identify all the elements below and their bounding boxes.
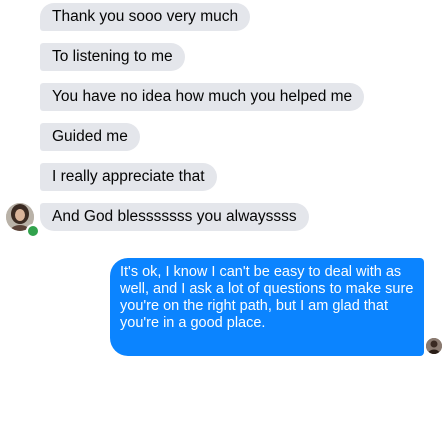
sent-message-line: It's ok, I know I can't be easy to deal …	[120, 264, 402, 280]
received-message[interactable]: I really appreciate that	[40, 163, 217, 191]
online-status-dot	[26, 224, 40, 238]
sent-message-line: well, and I ask a lot of questions to ma…	[120, 281, 414, 297]
sent-message[interactable]: It's ok, I know I can't be easy to deal …	[110, 258, 424, 356]
sent-message-line: you're in a good place.	[120, 315, 266, 331]
received-message[interactable]: To listening to me	[40, 43, 185, 71]
message-thread: Thank you sooo very much To listening to…	[0, 0, 445, 446]
received-message[interactable]: You have no idea how much you helped me	[40, 83, 365, 111]
sent-message-line: you're on the right path, but I am glad …	[120, 298, 388, 314]
received-message[interactable]: Thank you sooo very much	[40, 3, 251, 31]
received-message[interactable]: And God blesssssss you alwayssss	[40, 203, 309, 231]
read-receipt-avatar-icon	[426, 338, 442, 354]
received-message[interactable]: Guided me	[40, 123, 140, 151]
